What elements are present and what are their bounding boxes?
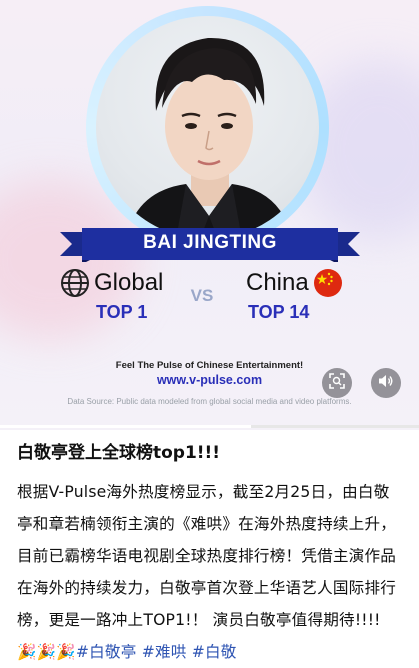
china-flag-icon bbox=[313, 268, 343, 298]
media-progress-fill bbox=[0, 425, 252, 428]
hashtag-link[interactable]: #难哄 bbox=[142, 643, 187, 661]
post-body-text: 根据V-Pulse海外热度榜显示，截至2月25日，由白敬亭和章若楠领衔主演的《难… bbox=[17, 483, 397, 629]
post-body: 根据V-Pulse海外热度榜显示，截至2月25日，由白敬亭和章若楠领衔主演的《难… bbox=[17, 476, 405, 668]
globe-icon bbox=[60, 268, 90, 298]
party-emojis: 🎉🎉🎉 bbox=[17, 643, 76, 661]
post-media-image[interactable]: BAI JINGTING Global TOP 1 VS China TOP 1… bbox=[0, 0, 419, 430]
global-label: Global bbox=[94, 269, 164, 296]
sound-button[interactable] bbox=[371, 368, 401, 398]
china-rank: China TOP 14 bbox=[246, 268, 366, 323]
tagline: Feel The Pulse of Chinese Entertainment! bbox=[115, 360, 304, 371]
china-label: China bbox=[246, 269, 309, 296]
global-rank-value: TOP 1 bbox=[96, 302, 148, 322]
actor-portrait bbox=[96, 16, 319, 239]
scan-icon bbox=[329, 373, 345, 393]
name-banner: BAI JINGTING bbox=[60, 226, 360, 262]
scan-button[interactable] bbox=[322, 368, 352, 398]
website-link: www.v-pulse.com bbox=[156, 373, 263, 387]
media-progress-bar[interactable] bbox=[0, 425, 419, 428]
banner-name: BAI JINGTING bbox=[143, 232, 277, 253]
post-content: 白敬亭登上全球榜top1!!! 根据V-Pulse海外热度榜显示，截至2月25日… bbox=[17, 440, 405, 668]
data-source-note: Data Source: Public data modeled from gl… bbox=[67, 397, 352, 406]
hashtag-link[interactable]: #白敬亭 bbox=[76, 643, 137, 661]
vs-label: VS bbox=[190, 286, 214, 305]
speaker-icon bbox=[378, 373, 394, 393]
post-title: 白敬亭登上全球榜top1!!! bbox=[17, 443, 221, 463]
hashtag-link[interactable]: #白敬 bbox=[192, 643, 237, 661]
china-rank-value: TOP 14 bbox=[248, 302, 310, 322]
global-rank: Global TOP 1 bbox=[60, 268, 190, 323]
